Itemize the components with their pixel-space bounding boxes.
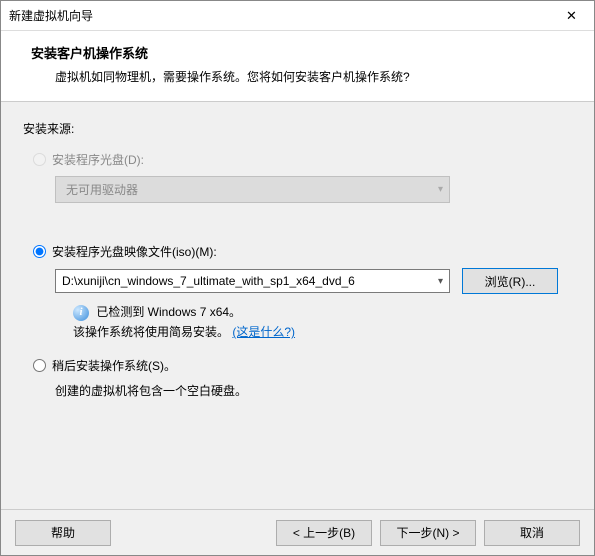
help-label: 帮助 — [51, 524, 75, 541]
help-button[interactable]: 帮助 — [15, 520, 111, 546]
header-title: 安装客户机操作系统 — [31, 43, 574, 62]
option-disc: 安装程序光盘(D): — [33, 151, 572, 168]
back-button[interactable]: < 上一步(B) — [276, 520, 372, 546]
wizard-footer: 帮助 < 上一步(B) 下一步(N) > 取消 — [1, 509, 594, 555]
easy-install-text: 该操作系统将使用简易安装。 — [73, 325, 229, 339]
wizard-body: 安装来源: 安装程序光盘(D): 无可用驱动器 ▾ 安装程序光盘映像文件(iso… — [1, 102, 594, 509]
option-disc-label: 安装程序光盘(D): — [52, 151, 144, 168]
radio-disc — [33, 153, 46, 166]
wizard-header: 安装客户机操作系统 虚拟机如同物理机，需要操作系统。您将如何安装客户机操作系统? — [1, 31, 594, 102]
cancel-button[interactable]: 取消 — [484, 520, 580, 546]
disc-drive-combo: 无可用驱动器 ▾ — [55, 176, 450, 203]
iso-path-value: D:\xuniji\cn_windows_7_ultimate_with_sp1… — [62, 274, 355, 288]
detected-text: 已检测到 Windows 7 x64。 — [96, 305, 241, 319]
wizard-window: 新建虚拟机向导 ✕ 安装客户机操作系统 虚拟机如同物理机，需要操作系统。您将如何… — [0, 0, 595, 556]
radio-later[interactable] — [33, 359, 46, 372]
next-button[interactable]: 下一步(N) > — [380, 520, 476, 546]
cancel-label: 取消 — [520, 524, 544, 541]
window-title: 新建虚拟机向导 — [9, 7, 93, 24]
what-is-this-link[interactable]: (这是什么?) — [232, 325, 295, 339]
browse-button[interactable]: 浏览(R)... — [462, 268, 558, 294]
source-label: 安装来源: — [23, 120, 572, 137]
option-later-label: 稍后安装操作系统(S)。 — [52, 357, 176, 374]
next-label: 下一步(N) > — [396, 524, 459, 541]
later-note: 创建的虚拟机将包含一个空白硬盘。 — [55, 382, 572, 399]
browse-label: 浏览(R)... — [485, 273, 536, 290]
disc-drive-value: 无可用驱动器 — [66, 181, 138, 198]
header-subtitle: 虚拟机如同物理机，需要操作系统。您将如何安装客户机操作系统? — [55, 68, 574, 85]
iso-row: D:\xuniji\cn_windows_7_ultimate_with_sp1… — [55, 268, 572, 294]
close-button[interactable]: ✕ — [549, 1, 594, 31]
back-label: < 上一步(B) — [293, 524, 355, 541]
option-iso[interactable]: 安装程序光盘映像文件(iso)(M): — [33, 243, 572, 260]
detection-info: i 已检测到 Windows 7 x64。 该操作系统将使用简易安装。 (这是什… — [73, 302, 572, 343]
titlebar: 新建虚拟机向导 ✕ — [1, 1, 594, 31]
iso-path-combo[interactable]: D:\xuniji\cn_windows_7_ultimate_with_sp1… — [55, 269, 450, 293]
option-later[interactable]: 稍后安装操作系统(S)。 — [33, 357, 572, 374]
close-icon: ✕ — [566, 8, 577, 24]
options-group: 安装程序光盘(D): 无可用驱动器 ▾ 安装程序光盘映像文件(iso)(M): … — [33, 151, 572, 399]
chevron-down-icon[interactable]: ▾ — [438, 276, 443, 287]
radio-iso[interactable] — [33, 245, 46, 258]
info-icon: i — [73, 305, 89, 321]
chevron-down-icon: ▾ — [438, 184, 443, 195]
option-iso-label: 安装程序光盘映像文件(iso)(M): — [52, 243, 217, 260]
